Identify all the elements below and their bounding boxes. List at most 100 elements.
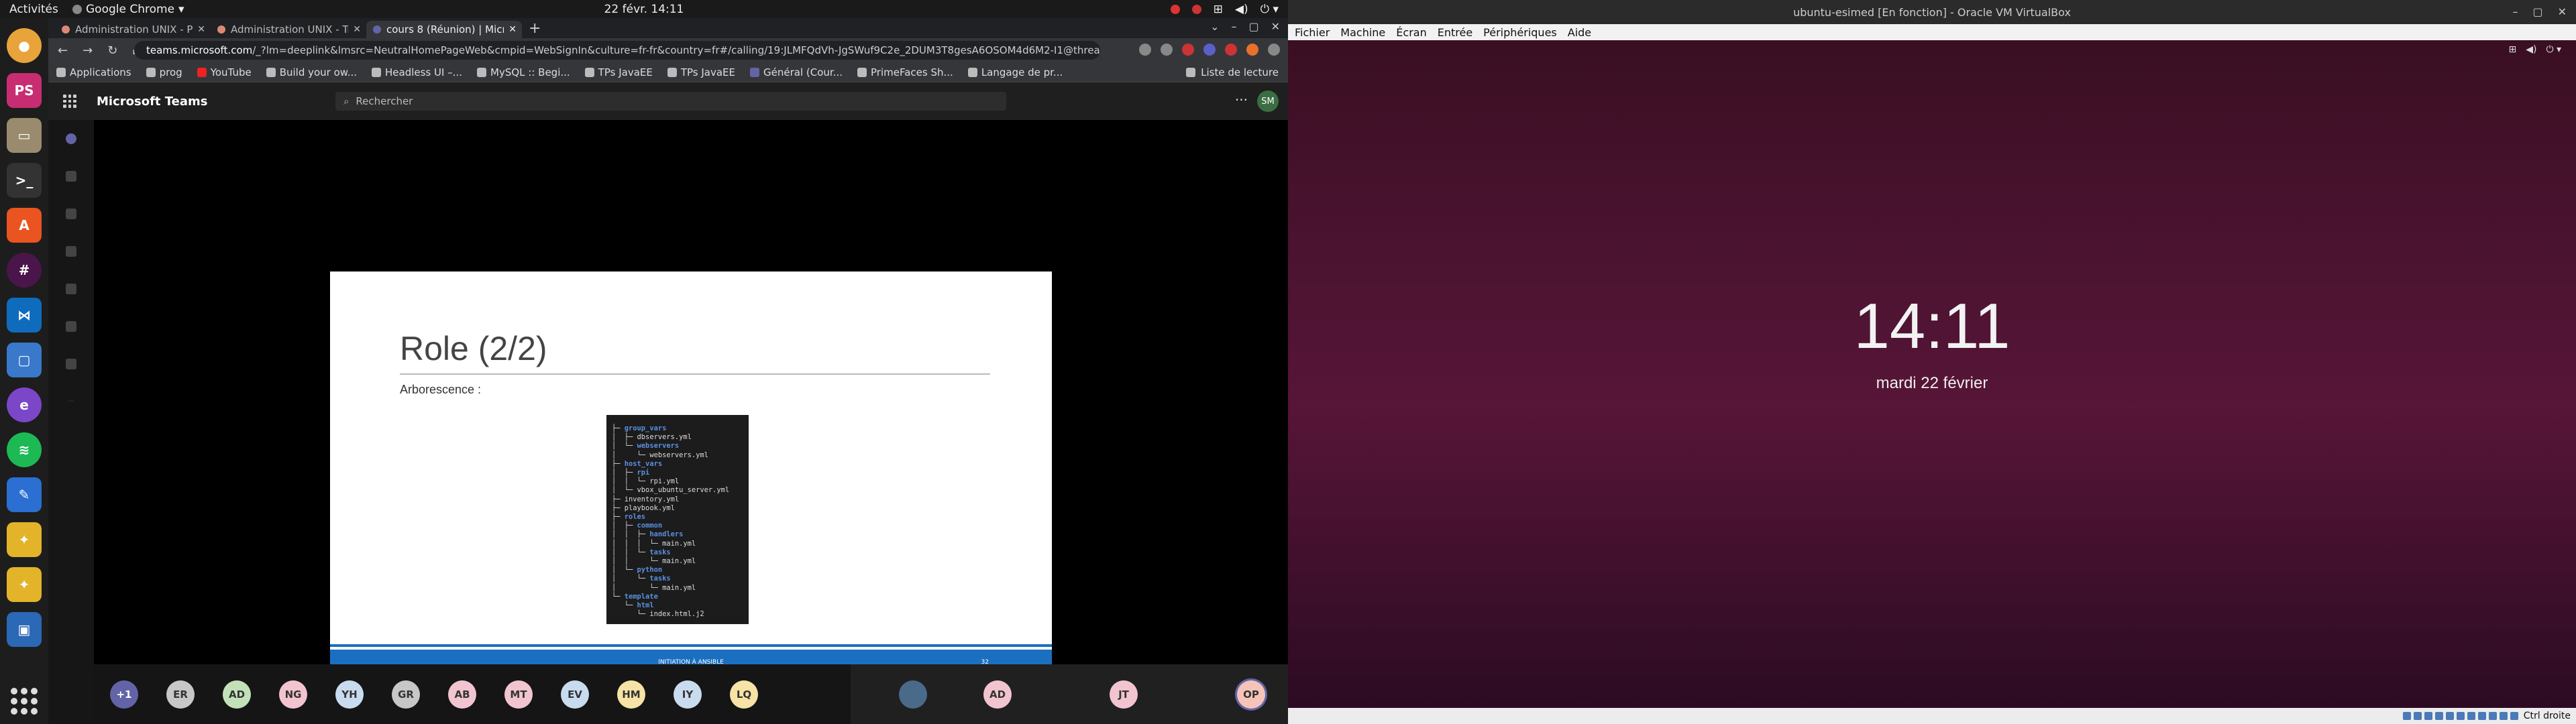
network-icon[interactable]: ⊞ <box>1214 3 1223 16</box>
menu-aide[interactable]: Aide <box>1568 26 1591 39</box>
participant-avatar[interactable]: HM <box>617 680 645 709</box>
audio-icon[interactable] <box>2424 712 2432 720</box>
participant-avatar[interactable]: GR <box>392 680 420 709</box>
participant-avatar[interactable]: IY <box>674 680 702 709</box>
participant-avatar[interactable]: +1 <box>110 680 138 709</box>
participant-avatar[interactable]: YH <box>335 680 364 709</box>
volume-icon[interactable]: ◀) <box>2526 44 2536 55</box>
bookmark-mysql[interactable]: MySQL :: Begi... <box>477 66 570 78</box>
menu-machine[interactable]: Machine <box>1340 26 1385 39</box>
participant-avatar[interactable]: AD <box>983 680 1012 709</box>
app-menu[interactable]: Google Chrome ▾ <box>72 3 184 16</box>
participant-avatar[interactable]: LQ <box>730 680 758 709</box>
new-tab-button[interactable]: + <box>529 20 541 37</box>
app-launcher-icon[interactable] <box>63 95 76 108</box>
profile-icon[interactable] <box>1246 44 1258 56</box>
star-icon[interactable] <box>1161 44 1173 56</box>
display-icon[interactable] <box>2467 712 2475 720</box>
bookmark-prog[interactable]: prog <box>146 66 182 78</box>
ext-red-icon[interactable] <box>1182 44 1194 56</box>
rail-activity[interactable] <box>51 120 91 158</box>
menu-entree[interactable]: Entrée <box>1438 26 1472 39</box>
bookmark-langage[interactable]: Langage de pr... <box>967 66 1063 78</box>
software-icon[interactable]: A <box>7 208 42 243</box>
recording-icon[interactable] <box>2477 712 2486 720</box>
power-icon[interactable]: ⏻ ▾ <box>1260 3 1279 16</box>
menu-icon[interactable] <box>1268 44 1280 56</box>
keyboard-icon[interactable] <box>2510 712 2518 720</box>
bookmark-tps2[interactable]: TPs JavaEE <box>667 66 735 78</box>
ext-blue-icon[interactable] <box>1203 44 1216 56</box>
tab-1[interactable]: Administration UNIX - Partie✕ <box>55 21 211 38</box>
close-tab-icon[interactable]: ✕ <box>197 24 205 35</box>
menu-peripheriques[interactable]: Périphériques <box>1483 26 1557 39</box>
show-apps-icon[interactable] <box>11 688 38 715</box>
rail-teams[interactable] <box>51 195 91 233</box>
network-icon[interactable] <box>2434 712 2443 720</box>
maximize-icon[interactable]: ▢ <box>2532 5 2542 18</box>
menu-ecran[interactable]: Écran <box>1396 26 1426 39</box>
cpu-icon[interactable] <box>2488 712 2497 720</box>
screenshot-icon[interactable]: ▢ <box>7 343 42 377</box>
tab-2[interactable]: Administration UNIX - Travaux✕ <box>211 21 366 38</box>
rail-chat[interactable] <box>51 158 91 195</box>
bookmark-youtube[interactable]: YouTube <box>197 66 252 78</box>
teams-icon[interactable]: e <box>7 387 42 422</box>
bookmark-tps1[interactable]: TPs JavaEE <box>584 66 653 78</box>
squirrel2-icon[interactable]: ✦ <box>7 567 42 602</box>
vm-screen[interactable]: ⊞ ◀) ⏻ ▾ 14:11 mardi 22 février <box>1288 40 2576 708</box>
avatar[interactable]: SM <box>1257 90 1279 112</box>
virtualbox-icon[interactable]: ▣ <box>7 612 42 647</box>
network-icon[interactable]: ⊞ <box>2508 44 2516 55</box>
date-time[interactable]: 22 févr. 14:11 <box>604 3 684 16</box>
search-input[interactable]: ⌕ Rechercher <box>335 92 1006 111</box>
vscode-icon[interactable]: ⋈ <box>7 298 42 333</box>
bookmark-general[interactable]: Général (Cour... <box>750 66 843 78</box>
close-window-icon[interactable]: ✕ <box>1271 20 1280 33</box>
rail-files[interactable] <box>51 308 91 345</box>
more-icon[interactable]: ··· <box>1235 92 1248 108</box>
system-tray[interactable]: ⊞ ◀) ⏻ ▾ <box>1170 3 1279 16</box>
bookmark-headless[interactable]: Headless UI –... <box>372 66 462 78</box>
participant-avatar[interactable]: JT <box>1110 680 1138 709</box>
tab-search-icon[interactable]: ⌄ <box>1210 20 1219 33</box>
reading-list[interactable]: Liste de lecture <box>1186 66 1279 78</box>
chrome-icon[interactable]: ● <box>7 28 42 63</box>
participant-avatar[interactable]: NG <box>279 680 307 709</box>
shared-folder-icon[interactable] <box>2456 712 2465 720</box>
rail-files2[interactable] <box>51 345 91 383</box>
rail-calls[interactable] <box>51 270 91 308</box>
terminal-icon[interactable]: >_ <box>7 163 42 198</box>
rail-more[interactable]: ··· <box>51 383 91 420</box>
text-editor-icon[interactable]: ✎ <box>7 477 42 512</box>
rail-calendar[interactable] <box>51 233 91 270</box>
participant-avatar[interactable]: EV <box>561 680 589 709</box>
participant-avatar[interactable]: MT <box>504 680 533 709</box>
bookmark-apps[interactable]: Applications <box>56 66 131 78</box>
participant-avatar[interactable]: AB <box>448 680 476 709</box>
bookmark-build[interactable]: Build your ow... <box>266 66 357 78</box>
mouse-icon[interactable] <box>2499 712 2508 720</box>
volume-icon[interactable]: ◀) <box>1235 3 1248 16</box>
disk-icon[interactable] <box>2402 712 2411 720</box>
optical-icon[interactable] <box>2413 712 2422 720</box>
bookmark-primefaces[interactable]: PrimeFaces Sh... <box>857 66 953 78</box>
close-window-icon[interactable]: ✕ <box>2558 5 2567 18</box>
files-icon[interactable]: ▭ <box>7 118 42 153</box>
share-icon[interactable] <box>1139 44 1151 56</box>
menu-fichier[interactable]: Fichier <box>1295 26 1330 39</box>
address-bar[interactable]: teams.microsoft.com/_?lm=deeplink&lmsrc=… <box>134 41 1100 60</box>
activities-button[interactable]: Activités <box>9 3 58 16</box>
ext-red2-icon[interactable] <box>1225 44 1237 56</box>
participant-avatar[interactable]: OP <box>1237 680 1265 709</box>
phpstorm-icon[interactable]: PS <box>7 73 42 108</box>
close-tab-icon[interactable]: ✕ <box>508 24 517 35</box>
usb-icon[interactable] <box>2445 712 2454 720</box>
record-icon[interactable] <box>1170 4 1180 14</box>
maximize-icon[interactable]: ▢ <box>1248 20 1258 33</box>
participant-avatar[interactable]: ER <box>166 680 195 709</box>
back-icon[interactable]: ← <box>58 44 68 58</box>
slack-icon[interactable]: # <box>7 253 42 288</box>
participant-avatar[interactable]: AD <box>223 680 251 709</box>
tab-3[interactable]: cours 8 (Réunion) | Microsoft Teams✕ <box>366 21 522 38</box>
